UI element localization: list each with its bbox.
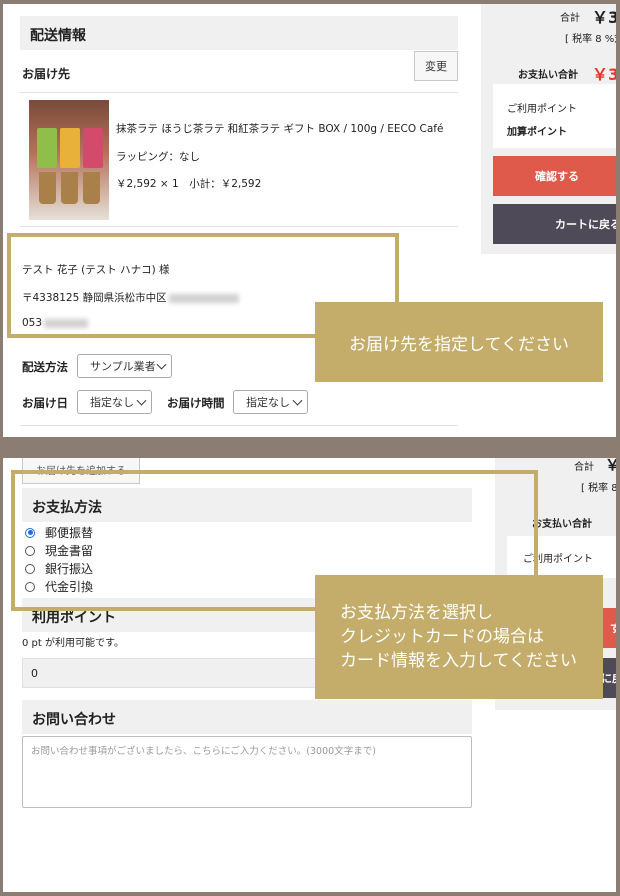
payment-panel: お届け先を追加する お支払方法 郵便振替 現金書留 銀行振込 代金引換 利用ポイ… bbox=[3, 458, 616, 892]
delivery-destination-label: お届け先 bbox=[22, 67, 71, 81]
product-cup bbox=[61, 172, 78, 204]
delivery-time-label: お届け時間 bbox=[167, 396, 225, 410]
delivery-info-panel: 配送情報 お届け先 変更 抹茶ラテ ほうじ茶ラテ 和紅茶ラテ ギフト BOX /… bbox=[3, 4, 616, 437]
tax-note: [ 税率 8 %対 bbox=[565, 34, 616, 45]
delivery-section-title: 配送情報 bbox=[30, 28, 86, 44]
delivery-time-value: 指定なし bbox=[246, 396, 290, 409]
points-input-value: 0 bbox=[31, 667, 38, 680]
chevron-down-icon bbox=[156, 359, 167, 370]
delivery-section-header: 配送情報 bbox=[20, 16, 458, 50]
divider bbox=[20, 92, 458, 93]
payment-callout-line: クレジットカードの場合は bbox=[340, 627, 544, 647]
payment-total-label: お支払い合計 bbox=[518, 70, 578, 81]
address-callout: お届け先を指定してください bbox=[315, 302, 603, 382]
order-summary-sidebar: 合計 ￥3 [ 税率 8 %対 お支払い合計 ￥3 ご利用ポイント 加算ポイント… bbox=[481, 4, 616, 254]
inquiry-section-header: お問い合わせ bbox=[22, 700, 472, 734]
divider bbox=[20, 425, 458, 426]
shipping-method-label: 配送方法 bbox=[22, 360, 68, 374]
product-bag-yellow bbox=[60, 128, 80, 168]
payment-callout: お支払方法を選択し クレジットカードの場合は カード情報を入力してください bbox=[315, 575, 603, 699]
points-box: ご利用ポイント 加算ポイント bbox=[493, 84, 616, 148]
product-price-line: ￥2,592 × 1 小計：￥2,592 bbox=[116, 178, 262, 190]
total-value: ￥3 bbox=[592, 8, 616, 27]
total-label: 合計 bbox=[574, 462, 594, 473]
tax-note: [ 税率 8 bbox=[581, 483, 616, 494]
delivery-date-value: 指定なし bbox=[90, 396, 134, 409]
product-wrapping: ラッピング：なし bbox=[116, 151, 200, 163]
payment-total-value: ￥3 bbox=[592, 65, 616, 84]
points-added-label: 加算ポイント bbox=[507, 127, 567, 138]
payment-total-label: お支払い合計 bbox=[532, 519, 592, 530]
delivery-date-select[interactable]: 指定なし bbox=[77, 390, 152, 414]
confirm-button[interactable]: 確認する bbox=[493, 156, 616, 196]
total-value: ￥ bbox=[605, 458, 616, 474]
points-available-text: 0 pt が利用可能です。 bbox=[22, 638, 124, 649]
inquiry-section-title: お問い合わせ bbox=[32, 712, 116, 728]
chevron-down-icon bbox=[292, 395, 303, 406]
product-cup bbox=[39, 172, 56, 204]
product-image bbox=[29, 100, 109, 220]
divider bbox=[20, 226, 458, 227]
payment-callout-line: お支払方法を選択し bbox=[340, 603, 493, 623]
product-cup bbox=[83, 172, 100, 204]
inquiry-textarea[interactable]: お問い合わせ事項がございましたら、こちらにご入力ください。(3000文字まで) bbox=[22, 736, 472, 808]
inquiry-placeholder: お問い合わせ事項がございましたら、こちらにご入力ください。(3000文字まで) bbox=[31, 746, 376, 757]
chevron-down-icon bbox=[136, 395, 147, 406]
product-bag-green bbox=[37, 128, 57, 168]
delivery-time-select[interactable]: 指定なし bbox=[233, 390, 308, 414]
total-label: 合計 bbox=[560, 13, 580, 24]
shipping-method-value: サンプル業者 bbox=[90, 360, 156, 373]
change-address-button[interactable]: 変更 bbox=[414, 51, 458, 81]
back-to-cart-button[interactable]: カートに戻る bbox=[493, 204, 616, 244]
product-name: 抹茶ラテ ほうじ茶ラテ 和紅茶ラテ ギフト BOX / 100g / EECO … bbox=[116, 123, 444, 135]
payment-callout-line: カード情報を入力してください bbox=[340, 651, 577, 671]
points-used-label: ご利用ポイント bbox=[507, 104, 577, 115]
product-bag-pink bbox=[83, 128, 103, 168]
shipping-method-select[interactable]: サンプル業者 bbox=[77, 354, 172, 378]
delivery-date-label: お届け日 bbox=[22, 396, 68, 410]
